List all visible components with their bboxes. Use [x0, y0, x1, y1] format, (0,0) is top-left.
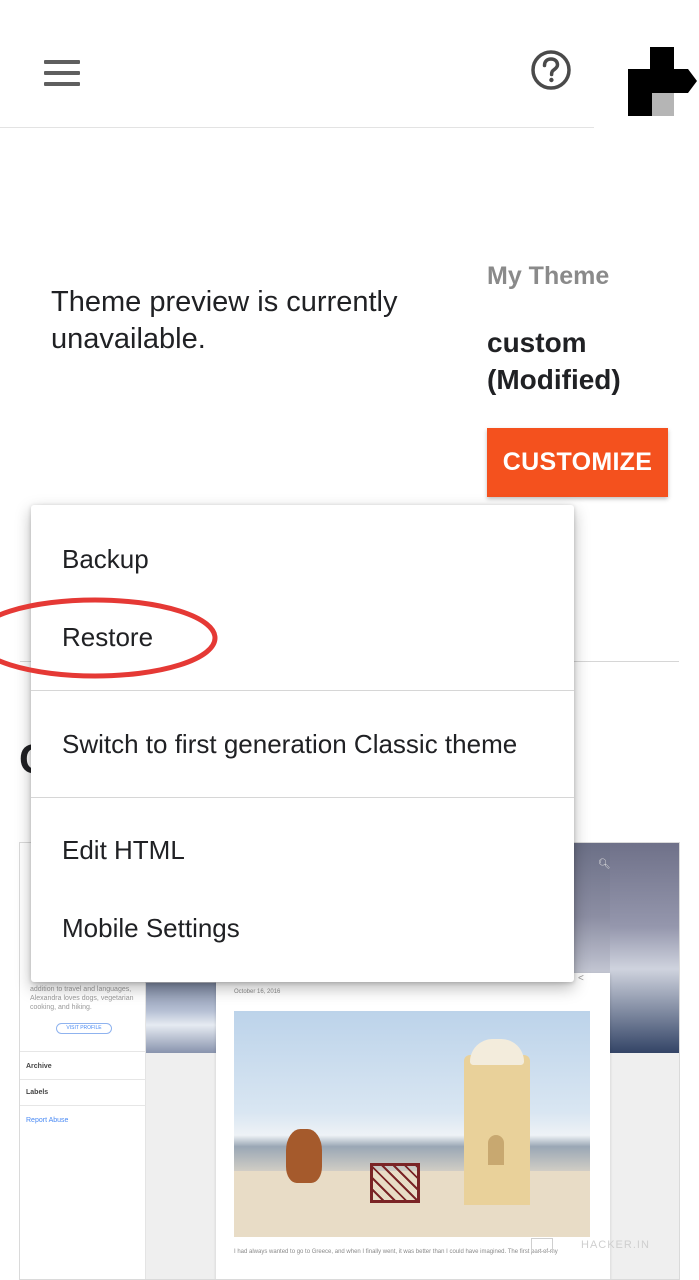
thumbnail-header-image-right	[610, 843, 679, 1053]
help-circle-icon[interactable]	[529, 48, 573, 92]
thumbnail-sidebar-row-labels: Labels	[26, 1089, 49, 1096]
watermark: HACKER.IN	[531, 1238, 650, 1252]
thumbnail-post-card: October 16, 2016 < I had always wanted t…	[216, 973, 610, 1279]
thumbnail-report-abuse-link: Report Abuse	[26, 1117, 69, 1124]
thumbnail-sidebar-text: addition to travel and languages, Alexan…	[30, 986, 134, 1011]
customize-button[interactable]: CUSTOMIZE	[487, 428, 668, 497]
menu-item-mobile-settings[interactable]: Mobile Settings	[31, 889, 574, 967]
menu-item-switch-classic-theme[interactable]: Switch to first generation Classic theme	[31, 705, 574, 783]
hamburger-menu-icon[interactable]	[40, 56, 84, 90]
top-app-bar	[0, 0, 699, 134]
preview-unavailable-message: Theme preview is currently unavailable.	[51, 286, 398, 355]
menu-separator	[31, 797, 574, 798]
watermark-text: HACKER.IN	[581, 1238, 650, 1251]
thumbnail-visit-profile-button: VISIT PROFILE	[56, 1023, 112, 1034]
menu-item-backup[interactable]: Backup	[31, 520, 574, 598]
theme-name: custom (Modified)	[487, 327, 621, 395]
menu-separator	[31, 690, 574, 691]
brand-logo	[594, 44, 699, 134]
my-theme-label: My Theme	[487, 262, 610, 290]
thumbnail-post-photo	[234, 1011, 590, 1237]
thumbnail-post-date: October 16, 2016	[234, 989, 281, 995]
thumbnail-share-icon: <	[578, 973, 584, 984]
thumbnail-sidebar-row-archive: Archive	[26, 1063, 52, 1070]
thumbnail-search-icon: 🔍︎	[598, 859, 611, 870]
watermark-icon	[531, 1238, 553, 1252]
menu-item-restore[interactable]: Restore	[31, 598, 574, 676]
thumbnail-sea-strip	[146, 983, 216, 1053]
menu-item-edit-html[interactable]: Edit HTML	[31, 811, 574, 889]
theme-options-dropdown: Backup Restore Switch to first generatio…	[31, 505, 574, 982]
